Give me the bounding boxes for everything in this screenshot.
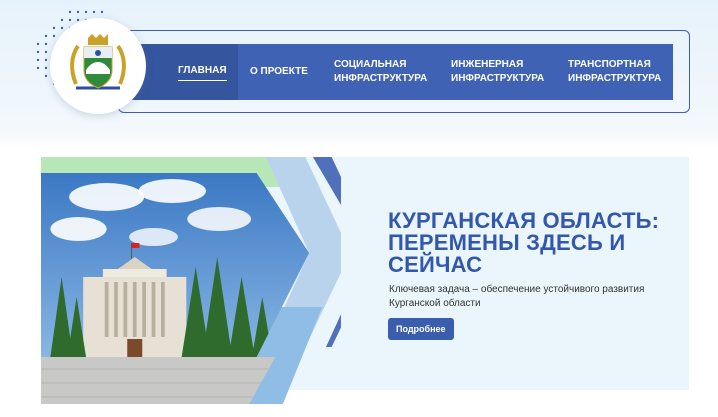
main-nav: ГЛАВНАЯ О ПРОЕКТЕ СОЦИАЛЬНАЯ ИНФРАСТРУКТ… (128, 44, 673, 100)
nav-item-engineering[interactable]: ИНЖЕНЕРНАЯ ИНФРАСТРУКТУРА (439, 44, 556, 100)
nav-item-about[interactable]: О ПРОЕКТЕ (238, 44, 322, 100)
logo-link[interactable] (50, 18, 146, 114)
nav-item-social[interactable]: СОЦИАЛЬНАЯ ИНФРАСТРУКТУРА (322, 44, 439, 100)
hero-building-image (41, 157, 341, 404)
nav-item-label: О ПРОЕКТЕ (250, 66, 308, 77)
nav-item-label: ИНЖЕНЕРНАЯ ИНФРАСТРУКТУРА (451, 59, 545, 84)
nav-item-label: ГЛАВНАЯ (178, 64, 227, 81)
nav-item-label: ТРАНСПОРТНАЯ ИНФРАСТРУКТУРА (568, 59, 662, 84)
nav-item-transport[interactable]: ТРАНСПОРТНАЯ ИНФРАСТРУКТУРА (556, 44, 673, 100)
more-button[interactable]: Подробнее (388, 318, 454, 340)
hero-title: КУРГАНСКАЯ ОБЛАСТЬ: ПЕРЕМЕНЫ ЗДЕСЬ И СЕЙ… (388, 208, 660, 277)
nav-item-label: СОЦИАЛЬНАЯ ИНФРАСТРУКТУРА (334, 59, 428, 84)
coat-of-arms-icon (70, 34, 126, 90)
hero-description: Ключевая задача – обеспечение устойчивог… (389, 284, 645, 309)
